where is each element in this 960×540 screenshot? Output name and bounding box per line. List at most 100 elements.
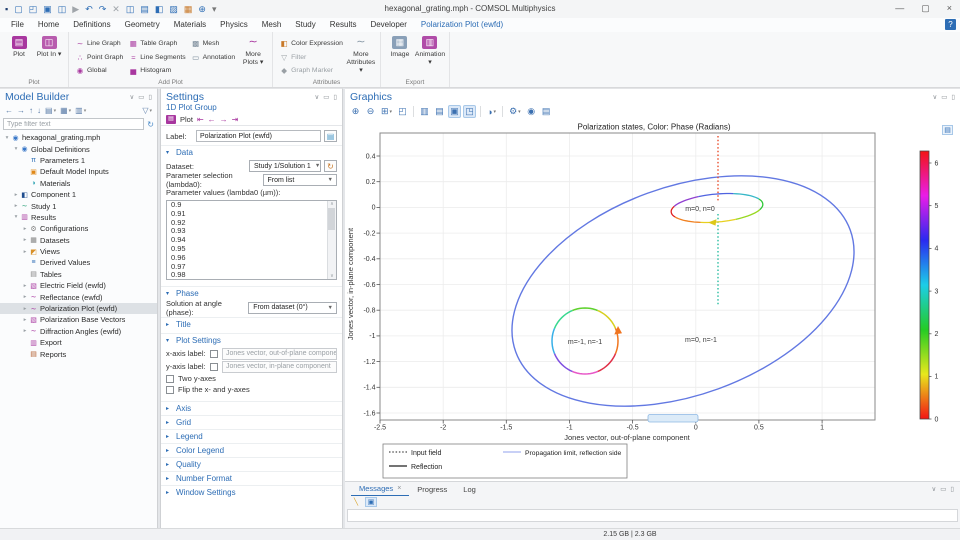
- ribbon-button-table-graph[interactable]: ▦Table Graph: [126, 37, 188, 51]
- ribbon-button-filter[interactable]: ▽Filter: [277, 51, 346, 65]
- section-plot-settings[interactable]: Plot Settings: [176, 336, 221, 345]
- delete-icon[interactable]: ▨: [169, 5, 178, 14]
- menu-tab-definitions[interactable]: Definitions: [66, 18, 117, 32]
- new-file-icon[interactable]: ▢: [14, 5, 23, 14]
- undo-icon[interactable]: ↶: [85, 5, 93, 14]
- y-axis-label-checkbox[interactable]: [210, 363, 218, 371]
- tree-item-global-definitions[interactable]: ▾◉Global Definitions: [0, 143, 157, 154]
- panel-float-icon[interactable]: ▭: [940, 485, 946, 493]
- ribbon-button-plot[interactable]: ▤Plot: [4, 34, 34, 59]
- settings-plot-button[interactable]: Plot: [180, 115, 193, 124]
- section-grid[interactable]: ▸Grid: [161, 415, 342, 429]
- param-value-item[interactable]: 0.91: [167, 210, 336, 219]
- tree-filter-input[interactable]: [3, 118, 144, 130]
- ribbon-button-line-graph[interactable]: ∼Line Graph: [73, 37, 126, 51]
- menu-tab-home[interactable]: Home: [31, 18, 66, 32]
- help-button[interactable]: ?: [945, 19, 956, 30]
- plot-first-icon[interactable]: ⇤: [197, 115, 204, 124]
- expander-icon[interactable]: ▸: [21, 249, 29, 255]
- section-title[interactable]: Title: [176, 320, 191, 329]
- param-value-item[interactable]: 0.95: [167, 245, 336, 254]
- section-number-format[interactable]: ▸Number Format: [161, 471, 342, 485]
- section-phase[interactable]: Phase: [176, 289, 199, 298]
- back-icon[interactable]: ←: [5, 106, 13, 115]
- messages-tab-progress[interactable]: Progress: [409, 483, 455, 496]
- move-up-icon[interactable]: ↑: [29, 106, 33, 115]
- save-as-icon[interactable]: ◫: [58, 5, 67, 14]
- param-value-item[interactable]: 0.94: [167, 236, 336, 245]
- solution-angle-combo[interactable]: From dataset (0°)▼: [248, 302, 337, 314]
- scene-color-icon[interactable]: ◑▾: [485, 105, 498, 118]
- panel-collapse-icon[interactable]: ∨: [932, 485, 937, 493]
- restore-icon-button[interactable]: ▢: [921, 3, 930, 14]
- param-value-item[interactable]: 0.9: [167, 201, 336, 210]
- tree-item-derived-values[interactable]: ≡Derived Values: [0, 257, 157, 268]
- redo-icon[interactable]: ↷: [99, 5, 107, 14]
- axis-y-icon[interactable]: ▤: [433, 105, 446, 118]
- minimize-icon-button[interactable]: —: [895, 3, 904, 14]
- dataset-refresh-icon[interactable]: ↻: [324, 160, 337, 172]
- close-icon[interactable]: ×: [397, 482, 401, 495]
- move-down-icon[interactable]: ↓: [37, 106, 41, 115]
- panel-layout-icon[interactable]: ▯: [148, 93, 152, 101]
- param-value-item[interactable]: 0.97: [167, 263, 336, 272]
- model-tree-icon[interactable]: ▦: [184, 5, 193, 14]
- ribbon-button-global[interactable]: ◉Global: [73, 64, 126, 78]
- param-value-item[interactable]: 0.96: [167, 254, 336, 263]
- param-values-list[interactable]: 0.90.910.920.930.940.950.960.970.98 ∧∨: [166, 200, 337, 280]
- panel-layout-icon[interactable]: ▯: [950, 485, 954, 493]
- tree-item-polarization-plot-ewfd[interactable]: ▸∼Polarization Plot (ewfd): [0, 303, 157, 314]
- save-icon[interactable]: ▣: [43, 5, 52, 14]
- ribbon-button-more-plots[interactable]: ∼More Plots ▾: [238, 34, 268, 67]
- plot-last-icon[interactable]: ⇥: [232, 115, 239, 124]
- node-group-icon[interactable]: ▥: [75, 106, 83, 115]
- paste-icon[interactable]: ▤: [140, 5, 149, 14]
- panel-float-icon[interactable]: ▭: [941, 93, 947, 101]
- expander-icon[interactable]: ▸: [21, 306, 29, 312]
- tree-item-reflectance-ewfd[interactable]: ▸∼Reflectance (ewfd): [0, 291, 157, 302]
- expander-icon[interactable]: ▸: [21, 317, 29, 323]
- menu-tab-study[interactable]: Study: [288, 18, 322, 32]
- panel-collapse-icon[interactable]: ∨: [933, 93, 938, 101]
- menu-tab-geometry[interactable]: Geometry: [118, 18, 167, 32]
- filter-refresh-icon[interactable]: ↻: [147, 120, 154, 129]
- expander-icon[interactable]: ▸: [21, 237, 29, 243]
- ribbon-button-histogram[interactable]: ▅Histogram: [126, 64, 188, 78]
- zoom-extents-icon[interactable]: ◰: [396, 105, 409, 118]
- messages-tab-log[interactable]: Log: [455, 483, 484, 496]
- duplicate-icon[interactable]: ◧: [155, 5, 164, 14]
- expander-icon[interactable]: ▾: [3, 135, 11, 141]
- section-quality[interactable]: ▸Quality: [161, 457, 342, 471]
- section-data[interactable]: Data: [176, 148, 193, 157]
- zoom-icon[interactable]: ⊕: [198, 5, 206, 14]
- panel-layout-icon[interactable]: ▯: [951, 93, 955, 101]
- param-value-item[interactable]: 0.98: [167, 271, 336, 280]
- tree-item-datasets[interactable]: ▸▦Datasets: [0, 235, 157, 246]
- section-legend[interactable]: ▸Legend: [161, 429, 342, 443]
- x-axis-label-input[interactable]: Jones vector, out-of-plane component: [222, 348, 337, 360]
- show-options-icon[interactable]: ▤: [45, 106, 53, 115]
- tree-item-electric-field-ewfd[interactable]: ▸▧Electric Field (ewfd): [0, 280, 157, 291]
- messages-tab-messages[interactable]: Messages×: [351, 482, 409, 496]
- clear-messages-icon[interactable]: ╲: [350, 497, 362, 507]
- param-selection-combo[interactable]: From list▼: [263, 174, 337, 186]
- param-value-item[interactable]: 0.92: [167, 219, 336, 228]
- section-window-settings[interactable]: ▸Window Settings: [161, 485, 342, 499]
- panel-float-icon[interactable]: ▭: [323, 93, 329, 101]
- menu-tab-results[interactable]: Results: [323, 18, 364, 32]
- tree-item-export[interactable]: ▥Export: [0, 337, 157, 348]
- section-axis[interactable]: ▸Axis: [161, 401, 342, 415]
- tree-item-component-1[interactable]: ▸◧Component 1: [0, 189, 157, 200]
- menu-tab-file[interactable]: File: [4, 18, 31, 32]
- scrollbar-thumb[interactable]: [328, 208, 335, 230]
- ribbon-button-point-graph[interactable]: ∴Point Graph: [73, 51, 126, 65]
- scrollbar[interactable]: ∧∨: [327, 201, 336, 279]
- ribbon-button-animation[interactable]: ▥Animation ▾: [415, 34, 445, 67]
- app-logo[interactable]: ▪: [5, 5, 8, 14]
- ribbon-button-mesh[interactable]: ▩Mesh: [189, 37, 239, 51]
- menu-tab-mesh[interactable]: Mesh: [255, 18, 289, 32]
- panel-collapse-icon[interactable]: ∨: [130, 93, 135, 101]
- panel-float-icon[interactable]: ▭: [138, 93, 144, 101]
- copy-icon[interactable]: ◫: [126, 5, 135, 14]
- expander-icon[interactable]: ▸: [21, 294, 29, 300]
